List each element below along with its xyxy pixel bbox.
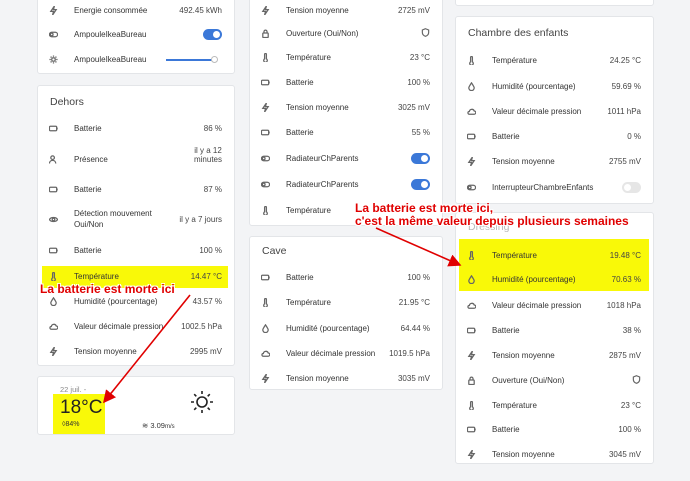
annotation-right-line1: La batterie est morte ici, xyxy=(355,201,494,215)
annotation-arrow-left xyxy=(102,294,191,404)
annotation-left: La batterie est morte ici xyxy=(40,282,175,296)
annotation-arrows xyxy=(102,227,462,404)
annotation-right-line2: c'est la même valeur depuis plusieurs se… xyxy=(355,214,629,228)
annotation-arrow-right xyxy=(375,227,462,267)
